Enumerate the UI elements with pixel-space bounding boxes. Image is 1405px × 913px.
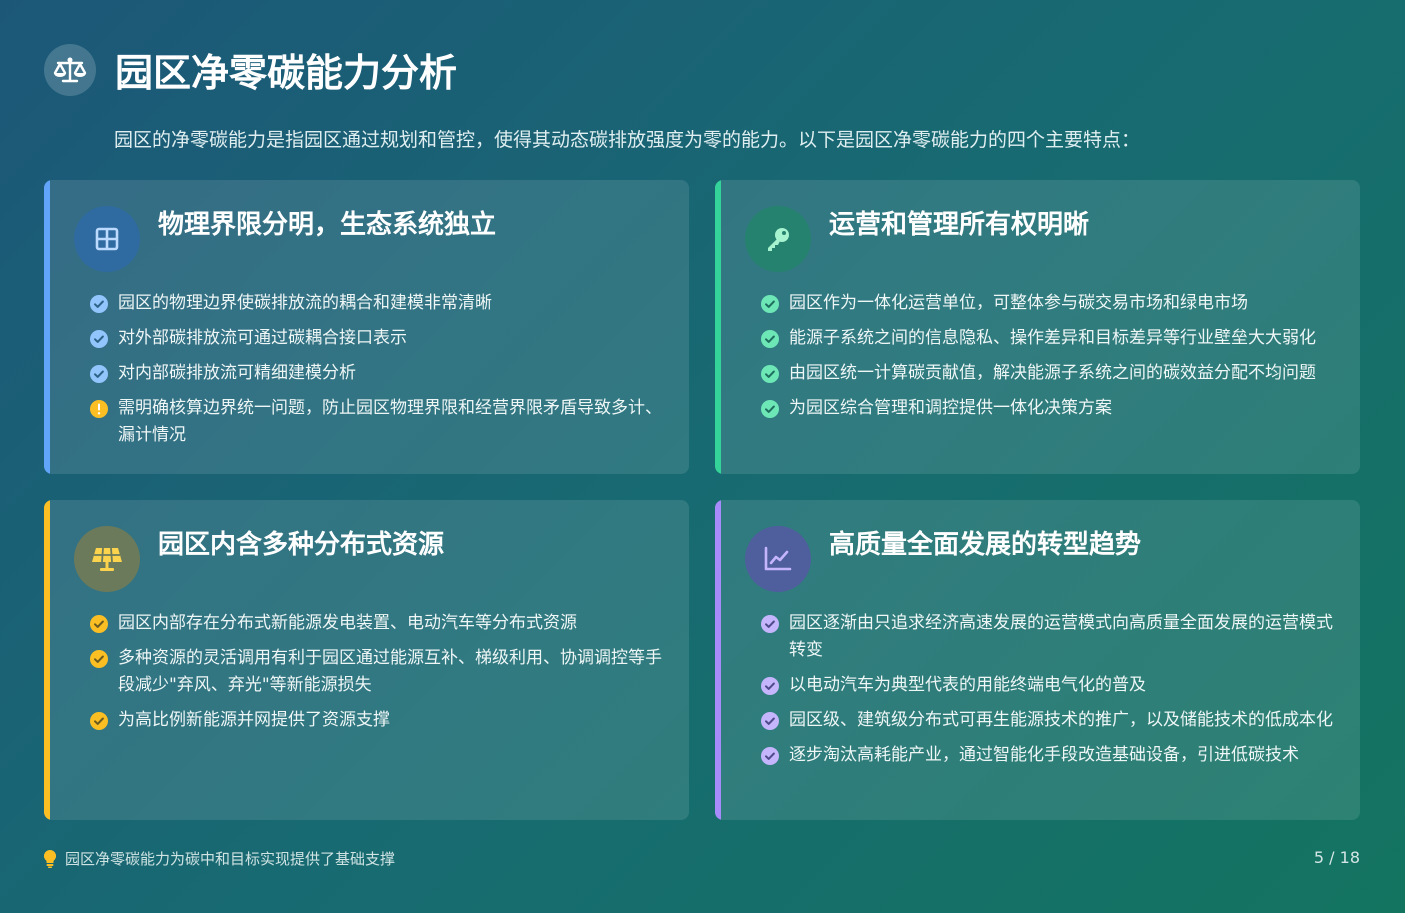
check-circle-icon (761, 677, 779, 695)
page-number: 5 / 18 (1313, 848, 1360, 867)
check-circle-icon (761, 365, 779, 383)
list-item-text: 园区逐渐由只追求经济高速发展的运营模式向高质量全面发展的运营模式转变 (789, 613, 1333, 660)
check-circle-icon (761, 295, 779, 313)
card-title: 运营和管理所有权明晰 (829, 210, 1090, 240)
card-transformation-trend: 高质量全面发展的转型趋势 园区逐渐由只追求经济高速发展的运营模式向高质量全面发展… (715, 500, 1360, 820)
check-circle-icon (761, 747, 779, 765)
list-item: 需明确核算边界统一问题，防止园区物理界限和经营界限矛盾导致多计、漏计情况 (90, 395, 667, 449)
list-item-text: 园区的物理边界使碳排放流的耦合和建模非常清晰 (118, 293, 492, 313)
list-item-text: 对内部碳排放流可精细建模分析 (118, 363, 356, 383)
card-title: 高质量全面发展的转型趋势 (829, 530, 1142, 560)
card-accent-bar (44, 180, 50, 474)
card-accent-bar (715, 180, 721, 474)
list-item: 对外部碳排放流可通过碳耦合接口表示 (90, 325, 667, 352)
list-item: 园区内部存在分布式新能源发电装置、电动汽车等分布式资源 (90, 610, 667, 637)
card-physical-boundary: 物理界限分明，生态系统独立 园区的物理边界使碳排放流的耦合和建模非常清晰 对外部… (44, 180, 689, 474)
card-accent-bar (44, 500, 50, 820)
list-item-text: 园区内部存在分布式新能源发电装置、电动汽车等分布式资源 (118, 613, 577, 633)
intro-text: 园区的净零碳能力是指园区通过规划和管控，使得其动态碳排放强度为零的能力。以下是园… (114, 129, 1141, 151)
list-item: 多种资源的灵活调用有利于园区通过能源互补、梯级利用、协调调控等手段减少"弃风、弃… (90, 645, 667, 699)
list-item: 为高比例新能源并网提供了资源支撑 (90, 707, 667, 734)
list-item: 园区级、建筑级分布式可再生能源技术的推广，以及储能技术的低成本化 (761, 707, 1338, 734)
card-title: 物理界限分明，生态系统独立 (158, 210, 497, 240)
list-item: 以电动汽车为典型代表的用能终端电气化的普及 (761, 672, 1338, 699)
balance-scale-icon (44, 43, 96, 96)
lightbulb-icon (44, 849, 56, 868)
list-item-text: 能源子系统之间的信息隐私、操作差异和目标差异等行业壁垒大大弱化 (789, 328, 1316, 348)
check-circle-icon (90, 295, 108, 313)
list-item: 为园区综合管理和调控提供一体化决策方案 (761, 395, 1338, 422)
card-accent-bar (715, 500, 721, 820)
card-title: 园区内含多种分布式资源 (158, 530, 445, 560)
list-item-text: 以电动汽车为典型代表的用能终端电气化的普及 (789, 675, 1146, 695)
card-list: 园区逐渐由只追求经济高速发展的运营模式向高质量全面发展的运营模式转变 以电动汽车… (761, 610, 1338, 777)
card-ownership: 运营和管理所有权明晰 园区作为一体化运营单位，可整体参与碳交易市场和绿电市场 能… (715, 180, 1360, 474)
list-item-text: 为高比例新能源并网提供了资源支撑 (118, 710, 390, 730)
line-chart-icon (745, 526, 811, 592)
list-item-text: 需明确核算边界统一问题，防止园区物理界限和经营界限矛盾导致多计、漏计情况 (118, 398, 662, 445)
list-item-text: 对外部碳排放流可通过碳耦合接口表示 (118, 328, 407, 348)
list-item: 逐步淘汰高耗能产业，通过智能化手段改造基础设备，引进低碳技术 (761, 742, 1338, 769)
list-item: 对内部碳排放流可精细建模分析 (90, 360, 667, 387)
check-circle-icon (761, 330, 779, 348)
check-circle-icon (90, 365, 108, 383)
page-title: 园区净零碳能力分析 (115, 51, 458, 95)
list-item: 园区逐渐由只追求经济高速发展的运营模式向高质量全面发展的运营模式转变 (761, 610, 1338, 664)
solar-panel-icon (74, 526, 140, 592)
list-item-text: 园区作为一体化运营单位，可整体参与碳交易市场和绿电市场 (789, 293, 1248, 313)
list-item: 园区作为一体化运营单位，可整体参与碳交易市场和绿电市场 (761, 290, 1338, 317)
header: 园区净零碳能力分析 (44, 42, 457, 97)
list-item: 园区的物理边界使碳排放流的耦合和建模非常清晰 (90, 290, 667, 317)
grid-icon (74, 206, 140, 272)
list-item-text: 逐步淘汰高耗能产业，通过智能化手段改造基础设备，引进低碳技术 (789, 745, 1299, 765)
check-circle-icon (90, 330, 108, 348)
warning-circle-icon (90, 400, 108, 418)
check-circle-icon (761, 400, 779, 418)
list-item-text: 为园区综合管理和调控提供一体化决策方案 (789, 398, 1112, 418)
footer-note-text: 园区净零碳能力为碳中和目标实现提供了基础支撑 (65, 850, 396, 868)
check-circle-icon (90, 650, 108, 668)
card-distributed-resources: 园区内含多种分布式资源 园区内部存在分布式新能源发电装置、电动汽车等分布式资源 … (44, 500, 689, 820)
card-list: 园区内部存在分布式新能源发电装置、电动汽车等分布式资源 多种资源的灵活调用有利于… (90, 610, 667, 742)
check-circle-icon (761, 615, 779, 633)
card-list: 园区的物理边界使碳排放流的耦合和建模非常清晰 对外部碳排放流可通过碳耦合接口表示… (90, 290, 667, 457)
list-item-text: 园区级、建筑级分布式可再生能源技术的推广，以及储能技术的低成本化 (789, 710, 1333, 730)
footer-note: 园区净零碳能力为碳中和目标实现提供了基础支撑 (44, 848, 395, 869)
card-list: 园区作为一体化运营单位，可整体参与碳交易市场和绿电市场 能源子系统之间的信息隐私… (761, 290, 1338, 430)
check-circle-icon (761, 712, 779, 730)
key-icon (745, 206, 811, 272)
list-item: 能源子系统之间的信息隐私、操作差异和目标差异等行业壁垒大大弱化 (761, 325, 1338, 352)
list-item-text: 多种资源的灵活调用有利于园区通过能源互补、梯级利用、协调调控等手段减少"弃风、弃… (118, 648, 662, 695)
list-item: 由园区统一计算碳贡献值，解决能源子系统之间的碳效益分配不均问题 (761, 360, 1338, 387)
check-circle-icon (90, 615, 108, 633)
list-item-text: 由园区统一计算碳贡献值，解决能源子系统之间的碳效益分配不均问题 (789, 363, 1316, 383)
check-circle-icon (90, 712, 108, 730)
